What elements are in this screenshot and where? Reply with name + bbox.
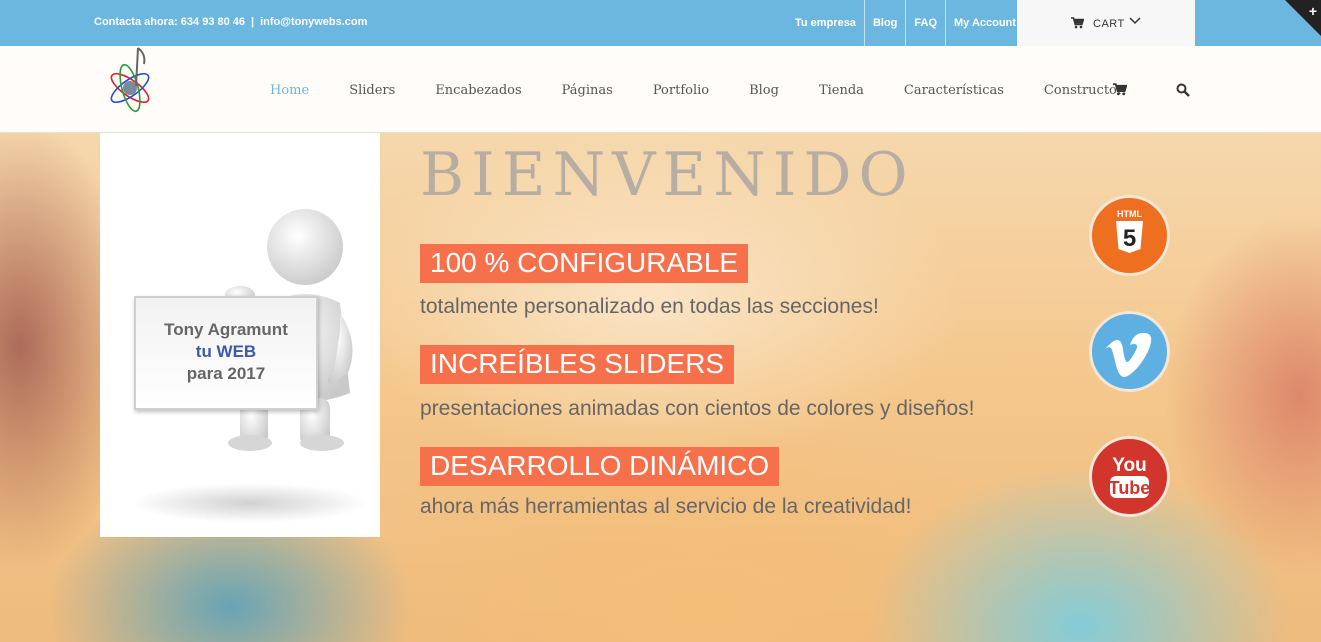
main-nav: Home Sliders Encabezados Páginas Portfol…: [270, 83, 1163, 98]
contact-info: Contacta ahora: 634 93 80 46 | info@tonywe…: [94, 16, 367, 28]
nav-portfolio[interactable]: Portfolio: [653, 83, 709, 98]
promo-image-panel: Tony Agramunt tu WEB para 2017: [100, 133, 380, 537]
sign-name: Tony Agramunt: [164, 320, 288, 339]
nav-sliders[interactable]: Sliders: [349, 83, 395, 98]
contact-email[interactable]: info@tonywebs.com: [260, 16, 367, 28]
cart-icon: [1071, 17, 1084, 29]
nav-constructor[interactable]: Constructor: [1044, 83, 1123, 98]
html5-number: 5: [1123, 225, 1136, 252]
sign-year: para 2017: [186, 364, 266, 383]
plus-icon: +: [1308, 3, 1317, 19]
html5-label: HTML: [1117, 209, 1142, 219]
main-header: Home Sliders Encabezados Páginas Portfol…: [0, 46, 1321, 133]
feature-text-configurable: totalmente personalizado en todas las se…: [420, 295, 879, 318]
contact-separator: |: [251, 16, 255, 28]
feature-text-dinamico: ahora más herramientas al servicio de la…: [420, 495, 912, 518]
name-sign: Tony Agramunt tu WEB para 2017: [134, 296, 318, 410]
nav-caracteristicas[interactable]: Características: [904, 83, 1004, 98]
site-logo[interactable]: [106, 46, 154, 116]
nav-encabezados[interactable]: Encabezados: [435, 83, 521, 98]
vimeo-icon[interactable]: [1089, 311, 1170, 392]
top-links: Tu empresa Blog FAQ My Account: [787, 0, 1024, 46]
toplink-blog[interactable]: Blog: [863, 0, 905, 46]
chevron-down-icon: [1129, 17, 1141, 25]
cart-dropdown[interactable]: CART: [1017, 0, 1195, 46]
nav-home[interactable]: Home: [270, 83, 309, 98]
toplink-tu-empresa[interactable]: Tu empresa: [787, 0, 864, 46]
nav-cart-icon[interactable]: [1113, 83, 1127, 96]
toplink-faq[interactable]: FAQ: [905, 0, 945, 46]
nav-blog[interactable]: Blog: [749, 83, 779, 98]
top-bar: Contacta ahora: 634 93 80 46 | info@tonywe…: [0, 0, 1321, 46]
nav-paginas[interactable]: Páginas: [562, 83, 613, 98]
html5-icon[interactable]: HTML 5: [1089, 195, 1170, 276]
feature-text-sliders: presentaciones animadas con cientos de c…: [420, 397, 975, 420]
nav-tienda[interactable]: Tienda: [819, 83, 864, 98]
youtube-tube: Tube: [1109, 478, 1151, 498]
feature-badge-sliders: INCREÍBLES SLIDERS: [420, 345, 735, 384]
sign-web: tu WEB: [195, 342, 257, 361]
youtube-you: You: [1112, 455, 1146, 476]
feature-badge-dinamico: DESARROLLO DINÁMICO: [420, 447, 780, 486]
feature-badge-configurable: 100 % CONFIGURABLE: [420, 244, 749, 283]
youtube-icon[interactable]: You Tube: [1089, 436, 1170, 517]
contact-phone: Contacta ahora: 634 93 80 46: [94, 16, 246, 28]
search-icon[interactable]: [1176, 83, 1190, 97]
cart-label: CART: [1093, 18, 1125, 30]
hero-title: BIENVENIDO: [420, 140, 915, 210]
toplink-my-account[interactable]: My Account: [945, 0, 1024, 46]
